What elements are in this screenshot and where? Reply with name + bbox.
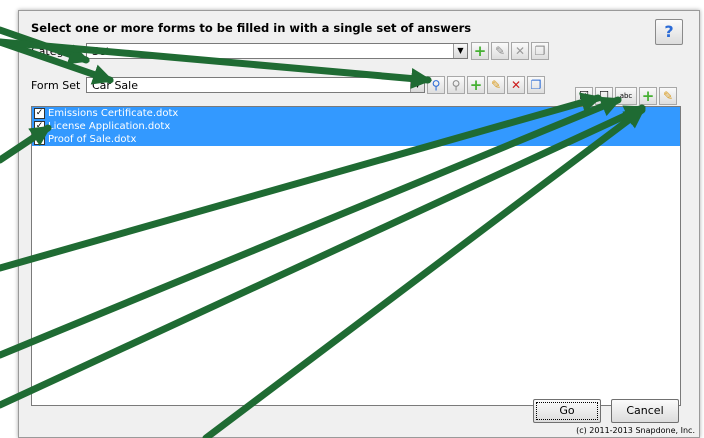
delete-category-button[interactable]: ✕ — [511, 42, 529, 60]
edit-form-button[interactable]: ✎ — [659, 87, 677, 105]
plus-icon: + — [473, 42, 487, 60]
help-button[interactable]: ? — [655, 19, 683, 45]
edit-category-button[interactable]: ✎ — [491, 42, 509, 60]
search-icon: ⚲ — [431, 78, 441, 92]
dialog-title: Select one or more forms to be filled in… — [31, 21, 472, 35]
copy-icon: ❐ — [534, 44, 546, 58]
pencil-icon: ✎ — [494, 44, 506, 58]
checkbox[interactable]: ✓ — [34, 134, 45, 145]
check-all-icon: ☑ — [579, 89, 589, 102]
plus-icon: + — [641, 87, 655, 105]
form-set-select[interactable]: Car Sale ▼ — [86, 77, 425, 93]
add-form-button[interactable]: + — [639, 87, 657, 105]
list-item[interactable]: ✓ License Application.dotx — [32, 120, 680, 133]
rename-button[interactable]: abc — [615, 87, 637, 105]
copy-icon: ❐ — [530, 78, 542, 92]
abc-icon: abc — [619, 92, 633, 100]
go-button[interactable]: Go — [533, 399, 601, 423]
form-name: Proof of Sale.dotx — [48, 134, 137, 145]
form-name: Emissions Certificate.dotx — [48, 108, 179, 119]
form-set-value: Car Sale — [92, 79, 138, 92]
form-set-label: Form Set — [31, 79, 81, 92]
pencil-icon: ✎ — [490, 78, 502, 92]
uncheck-all-icon: ☐ — [599, 89, 609, 102]
close-icon: ✕ — [514, 44, 526, 58]
edit-form-set-button[interactable]: ✎ — [487, 76, 505, 94]
forms-list[interactable]: ✓ Emissions Certificate.dotx ✓ License A… — [31, 106, 681, 406]
cancel-button[interactable]: Cancel — [611, 399, 679, 423]
checkbox[interactable]: ✓ — [34, 108, 45, 119]
category-label: Category — [31, 45, 82, 58]
copyright-text: (c) 2011-2013 Snapdone, Inc. — [576, 426, 695, 435]
copy-category-button[interactable]: ❐ — [531, 42, 549, 60]
search-button[interactable]: ⚲ — [427, 76, 445, 94]
category-select[interactable]: Sets ▼ — [86, 43, 468, 59]
list-item[interactable]: ✓ Emissions Certificate.dotx — [32, 107, 680, 120]
chevron-down-icon[interactable]: ▼ — [453, 44, 467, 58]
uncheck-all-button[interactable]: ☐ — [595, 87, 613, 105]
pencil-icon: ✎ — [662, 89, 674, 103]
form-name: License Application.dotx — [48, 121, 171, 132]
find-next-button[interactable]: ⚲ — [447, 76, 465, 94]
checkbox[interactable]: ✓ — [34, 121, 45, 132]
search-next-icon: ⚲ — [451, 78, 461, 92]
copy-form-set-button[interactable]: ❐ — [527, 76, 545, 94]
category-value: Sets — [92, 45, 116, 58]
check-all-button[interactable]: ☑ — [575, 87, 593, 105]
dialog: Select one or more forms to be filled in… — [18, 10, 700, 438]
chevron-down-icon[interactable]: ▼ — [410, 78, 424, 92]
add-form-set-button[interactable]: + — [467, 76, 485, 94]
add-category-button[interactable]: + — [471, 42, 489, 60]
delete-form-set-button[interactable]: ✕ — [507, 76, 525, 94]
plus-icon: + — [469, 76, 483, 94]
list-item[interactable]: ✓ Proof of Sale.dotx — [32, 133, 680, 146]
close-icon: ✕ — [510, 78, 522, 92]
